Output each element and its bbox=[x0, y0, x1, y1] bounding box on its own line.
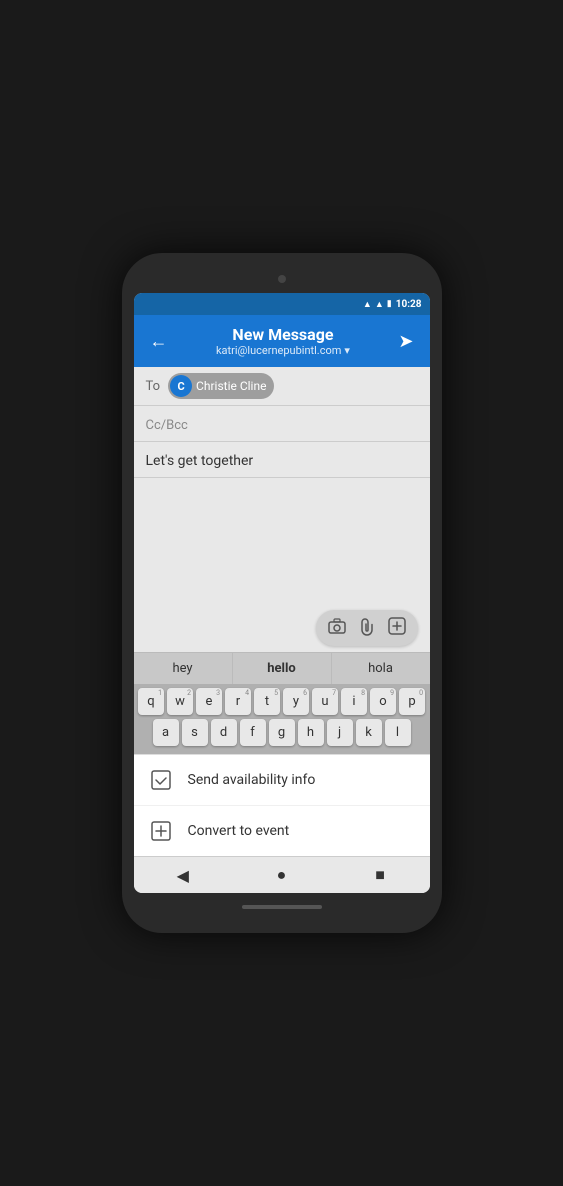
attach-button[interactable] bbox=[360, 616, 374, 640]
send-availability-icon bbox=[150, 769, 172, 791]
phone-bottom-bar bbox=[134, 893, 430, 921]
nav-back-button[interactable]: ◀ bbox=[168, 866, 198, 885]
subject-text: Let's get together bbox=[146, 453, 254, 469]
header-subtitle: katri@lucernepubintl.com ▾ bbox=[172, 344, 395, 357]
key-r[interactable]: r4 bbox=[225, 688, 251, 715]
add-button[interactable] bbox=[388, 617, 406, 639]
key-k[interactable]: k bbox=[356, 719, 382, 746]
compose-toolbar bbox=[134, 604, 430, 652]
bottom-sheet: Send availability info Convert to event bbox=[134, 754, 430, 856]
key-w[interactable]: w2 bbox=[167, 688, 193, 715]
send-availability-item[interactable]: Send availability info bbox=[134, 755, 430, 806]
app-header: ← New Message katri@lucernepubintl.com ▾… bbox=[134, 315, 430, 367]
key-q[interactable]: q1 bbox=[138, 688, 164, 715]
key-f[interactable]: f bbox=[240, 719, 266, 746]
wifi-icon: ▲ bbox=[363, 299, 372, 310]
key-u[interactable]: u7 bbox=[312, 688, 338, 715]
convert-event-icon bbox=[150, 820, 172, 842]
cc-row[interactable]: Cc/Bcc bbox=[134, 406, 430, 442]
recipient-chip[interactable]: C Christie Cline bbox=[168, 373, 274, 399]
send-button[interactable]: ➤ bbox=[394, 327, 417, 356]
send-availability-label: Send availability info bbox=[188, 772, 316, 788]
phone-screen: ▲ ▲ ▮ 10:28 ← New Message katri@lucernep… bbox=[134, 293, 430, 893]
home-indicator bbox=[242, 905, 322, 909]
suggestion-bar: hey hello hola bbox=[134, 652, 430, 684]
header-title: New Message bbox=[172, 325, 395, 344]
suggestion-hey[interactable]: hey bbox=[134, 653, 233, 684]
toolbar-pill bbox=[316, 610, 418, 646]
back-button[interactable]: ← bbox=[146, 327, 172, 356]
key-s[interactable]: s bbox=[182, 719, 208, 746]
recipient-avatar: C bbox=[170, 375, 192, 397]
nav-bar: ◀ ● ■ bbox=[134, 856, 430, 893]
status-bar: ▲ ▲ ▮ 10:28 bbox=[134, 293, 430, 315]
key-i[interactable]: i8 bbox=[341, 688, 367, 715]
signal-icon: ▲ bbox=[375, 299, 384, 310]
cc-label: Cc/Bcc bbox=[146, 418, 188, 433]
nav-recent-button[interactable]: ■ bbox=[365, 865, 395, 885]
keyboard-row-2: a s d f g h j k l bbox=[136, 719, 428, 746]
key-e[interactable]: e3 bbox=[196, 688, 222, 715]
recipient-name: Christie Cline bbox=[196, 379, 266, 393]
convert-to-event-item[interactable]: Convert to event bbox=[134, 806, 430, 856]
convert-event-label: Convert to event bbox=[188, 823, 290, 839]
key-h[interactable]: h bbox=[298, 719, 324, 746]
phone-camera bbox=[278, 275, 286, 283]
dropdown-arrow-icon[interactable]: ▾ bbox=[344, 344, 350, 357]
keyboard-area: q1 w2 e3 r4 t5 y6 u7 i8 o9 p0 a s d f g bbox=[134, 684, 430, 754]
status-icons: ▲ ▲ ▮ bbox=[363, 299, 392, 310]
to-label: To bbox=[146, 379, 161, 394]
key-o[interactable]: o9 bbox=[370, 688, 396, 715]
phone-shell: ▲ ▲ ▮ 10:28 ← New Message katri@lucernep… bbox=[122, 253, 442, 933]
header-center: New Message katri@lucernepubintl.com ▾ bbox=[172, 325, 395, 357]
suggestion-hello[interactable]: hello bbox=[233, 653, 332, 684]
keyboard-row-1: q1 w2 e3 r4 t5 y6 u7 i8 o9 p0 bbox=[136, 688, 428, 715]
key-j[interactable]: j bbox=[327, 719, 353, 746]
camera-button[interactable] bbox=[328, 618, 346, 638]
status-time: 10:28 bbox=[396, 299, 422, 310]
key-l[interactable]: l bbox=[385, 719, 411, 746]
key-g[interactable]: g bbox=[269, 719, 295, 746]
key-p[interactable]: p0 bbox=[399, 688, 425, 715]
suggestion-hola[interactable]: hola bbox=[332, 653, 430, 684]
key-a[interactable]: a bbox=[153, 719, 179, 746]
phone-top-bar bbox=[134, 265, 430, 293]
body-area[interactable] bbox=[134, 478, 430, 604]
key-y[interactable]: y6 bbox=[283, 688, 309, 715]
battery-icon: ▮ bbox=[387, 299, 392, 309]
key-t[interactable]: t5 bbox=[254, 688, 280, 715]
nav-home-button[interactable]: ● bbox=[266, 865, 296, 885]
subject-row[interactable]: Let's get together bbox=[134, 442, 430, 478]
key-d[interactable]: d bbox=[211, 719, 237, 746]
compose-area: To C Christie Cline Cc/Bcc Let's get tog… bbox=[134, 367, 430, 754]
to-row: To C Christie Cline bbox=[134, 367, 430, 406]
